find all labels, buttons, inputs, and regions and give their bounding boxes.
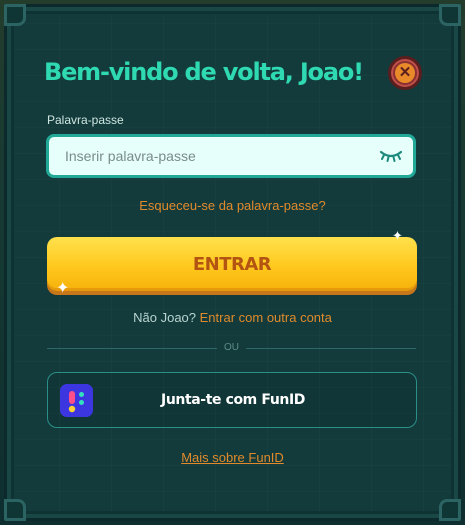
divider-label: OU (224, 342, 239, 353)
divider-line (47, 348, 217, 349)
modal-title: Bem-vindo de volta, Joao! (44, 58, 364, 86)
sparkle-icon: ✦ (392, 228, 403, 243)
password-input[interactable] (46, 134, 416, 178)
funid-button[interactable]: Junta-te com FunID (47, 372, 417, 428)
alt-account-row: Não Joao? Entrar com outra conta (0, 310, 465, 325)
password-label: Palavra-passe (47, 113, 124, 127)
frame-corner (4, 499, 26, 521)
more-about-funid-link[interactable]: Mais sobre FunID (0, 450, 465, 465)
not-user-text: Não Joao? (133, 310, 197, 325)
frame-corner (439, 499, 461, 521)
sparkle-icon: ✦ (56, 280, 70, 297)
switch-account-link[interactable]: Entrar com outra conta (200, 310, 332, 325)
eye-closed-icon[interactable] (379, 148, 403, 164)
funid-button-label: Junta-te com FunID (161, 392, 305, 408)
forgot-password-link[interactable]: Esqueceu-se da palavra-passe? (0, 198, 465, 213)
frame-corner (439, 4, 461, 26)
enter-button[interactable]: ENTRAR (47, 237, 417, 291)
divider-line (246, 348, 416, 349)
close-button[interactable]: ✕ (388, 56, 422, 90)
frame-corner (4, 4, 26, 26)
close-icon[interactable]: ✕ (395, 63, 415, 83)
